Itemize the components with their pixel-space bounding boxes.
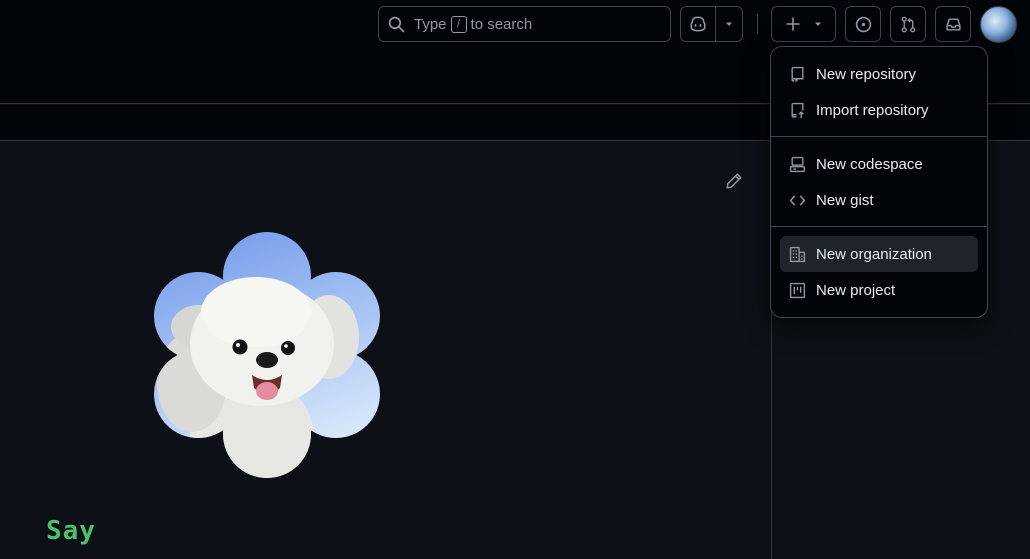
menu-item-new-gist[interactable]: New gist [780, 182, 978, 218]
search-shortcut-key: / [450, 15, 467, 33]
menu-item-label: New repository [816, 65, 917, 83]
search-input[interactable]: Type / to search [378, 6, 671, 42]
issue-opened-icon [855, 16, 871, 32]
project-icon [789, 282, 806, 298]
menu-item-new-repository[interactable]: New repository [780, 56, 978, 92]
git-pull-request-icon [901, 16, 915, 32]
menu-item-new-codespace[interactable]: New codespace [780, 146, 978, 182]
organization-icon [789, 246, 806, 262]
profile-bio-text: Say [46, 516, 96, 546]
inbox-button[interactable] [935, 6, 971, 42]
menu-item-label: New codespace [816, 155, 923, 173]
menu-item-new-project[interactable]: New project [780, 272, 978, 308]
triangle-down-icon [726, 22, 733, 26]
menu-item-new-organization[interactable]: New organization [780, 236, 978, 272]
plus-icon [785, 17, 800, 31]
copilot-button[interactable] [681, 7, 717, 41]
repo-push-icon [791, 102, 804, 118]
menu-item-label: New project [816, 281, 896, 299]
code-icon [789, 195, 806, 205]
menu-item-label: Import repository [816, 101, 929, 119]
create-new-menu: New repository Import repository New cod… [770, 46, 988, 318]
codespaces-icon [789, 156, 806, 172]
pull-requests-button[interactable] [890, 6, 926, 42]
header-separator [757, 14, 758, 34]
edit-profile-button[interactable] [725, 172, 743, 195]
user-avatar[interactable] [980, 6, 1017, 43]
search-icon [388, 16, 405, 32]
repo-icon [791, 66, 804, 82]
menu-item-label: New organization [816, 245, 932, 263]
menu-divider [771, 136, 987, 137]
copilot-button-group [680, 6, 743, 42]
menu-divider [771, 226, 987, 227]
triangle-down-icon [814, 22, 821, 26]
copilot-dropdown[interactable] [716, 7, 742, 41]
issues-button[interactable] [845, 6, 881, 42]
pencil-icon [726, 173, 742, 189]
menu-item-label: New gist [816, 191, 874, 209]
search-placeholder-suffix: to search [470, 15, 533, 33]
profile-picture-flower [154, 232, 380, 478]
menu-item-import-repository[interactable]: Import repository [780, 92, 978, 128]
inbox-icon [945, 17, 961, 31]
copilot-icon [690, 16, 706, 32]
search-placeholder-prefix: Type [414, 15, 447, 33]
create-new-button[interactable] [771, 6, 836, 42]
